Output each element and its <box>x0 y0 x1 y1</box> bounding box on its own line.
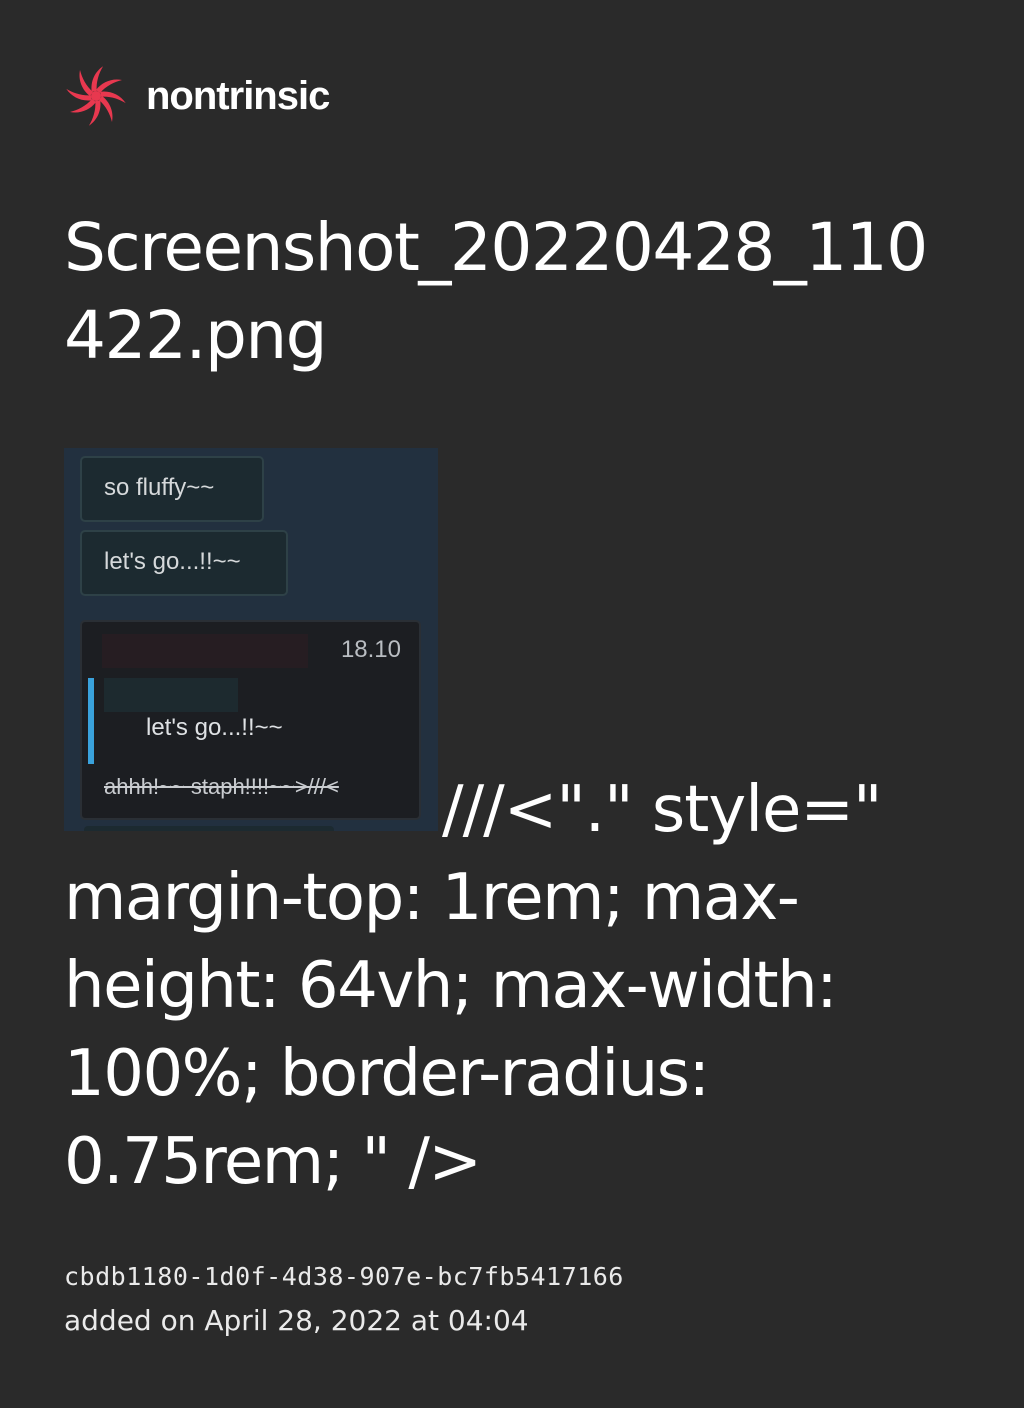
spiral-logo-icon <box>66 66 126 126</box>
chat-bubble: so fluffy~~ <box>80 456 264 522</box>
redacted-quoted-name-block <box>104 678 238 712</box>
added-date: added on April 28, 2022 at 04:04 <box>64 1304 529 1337</box>
brand-name[interactable]: nontrinsic <box>146 74 330 119</box>
screenshot-thumbnail[interactable]: so fluffy~~ let's go...!!~~ 18.10 let's … <box>64 448 438 831</box>
redacted-name-block <box>102 634 308 668</box>
file-id: cbdb1180-1d0f-4d38-907e-bc7fb5417166 <box>64 1262 624 1291</box>
chat-bubble: let's go...!!~~ <box>80 530 288 596</box>
leaked-markup-line: 0.75rem; " /> <box>64 1125 482 1199</box>
leaked-markup-text: margin-top: 1rem; max- height: 64vh; max… <box>64 854 964 1206</box>
file-title: Screenshot_20220428_110422.png <box>64 209 928 374</box>
struck-message-text: ahhh!~~ staph!!!!~~>///< <box>104 774 339 799</box>
message-timestamp: 18.10 <box>340 636 401 663</box>
leaked-markup-line: margin-top: 1rem; max- <box>64 861 800 935</box>
quote-bar <box>88 678 94 764</box>
leaked-markup-line: 100%; border-radius: <box>64 1037 710 1111</box>
next-bubble-peek <box>84 826 334 831</box>
leaked-markup-first-line: ///<"." style=" <box>442 773 882 847</box>
reply-message-card: 18.10 let's go...!!~~ ahhh!~~ staph!!!!~… <box>80 620 421 820</box>
quoted-message-text: let's go...!!~~ <box>146 714 283 741</box>
file-page: nontrinsic Screenshot_20220428_110422.pn… <box>0 0 1024 1408</box>
brand-header[interactable]: nontrinsic <box>64 64 330 128</box>
leaked-markup-line: height: 64vh; max-width: <box>64 949 838 1023</box>
